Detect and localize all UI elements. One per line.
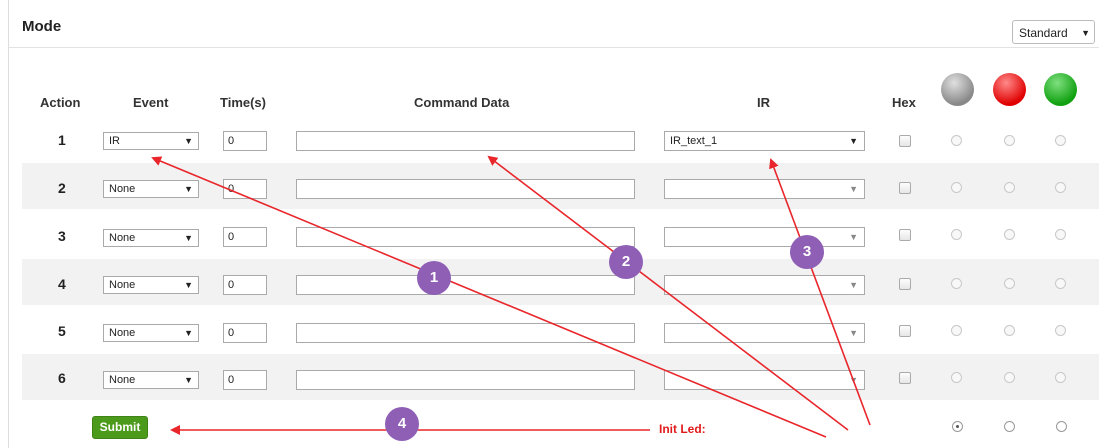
led-radio-gray[interactable] xyxy=(951,229,962,240)
header-event: Event xyxy=(133,95,169,110)
init-led-radio-gray[interactable] xyxy=(952,421,963,432)
action-number: 6 xyxy=(58,370,66,386)
ir-select[interactable]: ▼ xyxy=(664,370,865,390)
command-data-input[interactable] xyxy=(296,275,635,295)
led-radio-red[interactable] xyxy=(1004,182,1015,193)
event-select[interactable]: None ▼ xyxy=(103,324,199,342)
led-radio-green[interactable] xyxy=(1055,135,1066,146)
hex-checkbox[interactable] xyxy=(899,182,911,194)
led-radio-gray[interactable] xyxy=(951,325,962,336)
command-data-input[interactable] xyxy=(296,131,635,151)
chevron-down-icon: ▼ xyxy=(849,184,858,194)
init-led-label: Init Led: xyxy=(659,422,706,436)
chevron-down-icon: ▼ xyxy=(184,375,193,385)
annotation-badge: 1 xyxy=(417,261,451,295)
ir-select[interactable]: ▼ xyxy=(664,275,865,295)
led-radio-red[interactable] xyxy=(1004,372,1015,383)
ir-select-value: IR_text_1 xyxy=(670,135,718,147)
event-select-value: None xyxy=(109,232,136,244)
led-green-icon xyxy=(1044,73,1077,106)
annotation-badge: 3 xyxy=(790,235,824,269)
chevron-down-icon: ▼ xyxy=(849,328,858,338)
time-input[interactable]: 0 xyxy=(223,275,267,295)
chevron-down-icon: ▼ xyxy=(849,375,858,385)
led-radio-red[interactable] xyxy=(1004,229,1015,240)
led-radio-gray[interactable] xyxy=(951,372,962,383)
led-radio-red[interactable] xyxy=(1004,278,1015,289)
header-command-data: Command Data xyxy=(414,95,510,110)
ir-select[interactable]: ▼ xyxy=(664,227,865,247)
hex-checkbox[interactable] xyxy=(899,325,911,337)
command-data-input[interactable] xyxy=(296,179,635,199)
action-number: 3 xyxy=(58,228,66,244)
event-select[interactable]: None ▼ xyxy=(103,276,199,294)
event-select[interactable]: IR ▼ xyxy=(103,132,199,150)
chevron-down-icon: ▼ xyxy=(184,328,193,338)
header-divider xyxy=(9,47,1099,48)
led-gray-icon xyxy=(941,73,974,106)
led-radio-red[interactable] xyxy=(1004,325,1015,336)
led-radio-green[interactable] xyxy=(1055,325,1066,336)
annotation-badge: 4 xyxy=(385,407,419,441)
hex-checkbox[interactable] xyxy=(899,135,911,147)
chevron-down-icon: ▼ xyxy=(184,184,193,194)
time-input[interactable]: 0 xyxy=(223,227,267,247)
led-radio-green[interactable] xyxy=(1055,278,1066,289)
ir-select[interactable]: IR_text_1 ▼ xyxy=(664,131,865,151)
led-radio-gray[interactable] xyxy=(951,278,962,289)
led-radio-green[interactable] xyxy=(1055,372,1066,383)
init-led-radio-red[interactable] xyxy=(1004,421,1015,432)
led-radio-gray[interactable] xyxy=(951,182,962,193)
chevron-down-icon: ▼ xyxy=(184,280,193,290)
command-data-input[interactable] xyxy=(296,323,635,343)
header-time: Time(s) xyxy=(220,95,266,110)
led-red-icon xyxy=(993,73,1026,106)
event-select[interactable]: None ▼ xyxy=(103,229,199,247)
time-input[interactable]: 0 xyxy=(223,179,267,199)
led-radio-green[interactable] xyxy=(1055,229,1066,240)
event-select[interactable]: None ▼ xyxy=(103,371,199,389)
header-action: Action xyxy=(40,95,81,110)
led-radio-green[interactable] xyxy=(1055,182,1066,193)
action-number: 2 xyxy=(58,180,66,196)
time-input[interactable]: 0 xyxy=(223,323,267,343)
event-select-value: None xyxy=(109,183,136,195)
chevron-down-icon: ▼ xyxy=(184,233,193,243)
page-title: Mode xyxy=(22,18,62,35)
chevron-down-icon: ▼ xyxy=(849,136,858,146)
event-select-value: None xyxy=(109,374,136,386)
init-led-radio-green[interactable] xyxy=(1056,421,1067,432)
chevron-down-icon: ▼ xyxy=(849,280,858,290)
time-input[interactable]: 0 xyxy=(223,131,267,151)
command-data-input[interactable] xyxy=(296,227,635,247)
ir-select[interactable]: ▼ xyxy=(664,323,865,343)
header-hex: Hex xyxy=(892,95,916,110)
action-number: 1 xyxy=(58,132,66,148)
hex-checkbox[interactable] xyxy=(899,229,911,241)
mode-select-value: Standard xyxy=(1019,26,1068,40)
header-ir: IR xyxy=(757,95,770,110)
action-number: 5 xyxy=(58,323,66,339)
chevron-down-icon: ▼ xyxy=(849,232,858,242)
chevron-down-icon: ▼ xyxy=(1081,28,1090,38)
event-select-value: None xyxy=(109,279,136,291)
submit-button[interactable]: Submit xyxy=(92,416,148,439)
time-input[interactable]: 0 xyxy=(223,370,267,390)
event-select-value: None xyxy=(109,327,136,339)
hex-checkbox[interactable] xyxy=(899,278,911,290)
chevron-down-icon: ▼ xyxy=(184,136,193,146)
event-select[interactable]: None ▼ xyxy=(103,180,199,198)
led-radio-red[interactable] xyxy=(1004,135,1015,146)
mode-select[interactable]: Standard ▼ xyxy=(1012,20,1095,44)
annotation-badge: 2 xyxy=(609,245,643,279)
action-number: 4 xyxy=(58,276,66,292)
event-select-value: IR xyxy=(109,135,120,147)
hex-checkbox[interactable] xyxy=(899,372,911,384)
led-radio-gray[interactable] xyxy=(951,135,962,146)
command-data-input[interactable] xyxy=(296,370,635,390)
ir-select[interactable]: ▼ xyxy=(664,179,865,199)
